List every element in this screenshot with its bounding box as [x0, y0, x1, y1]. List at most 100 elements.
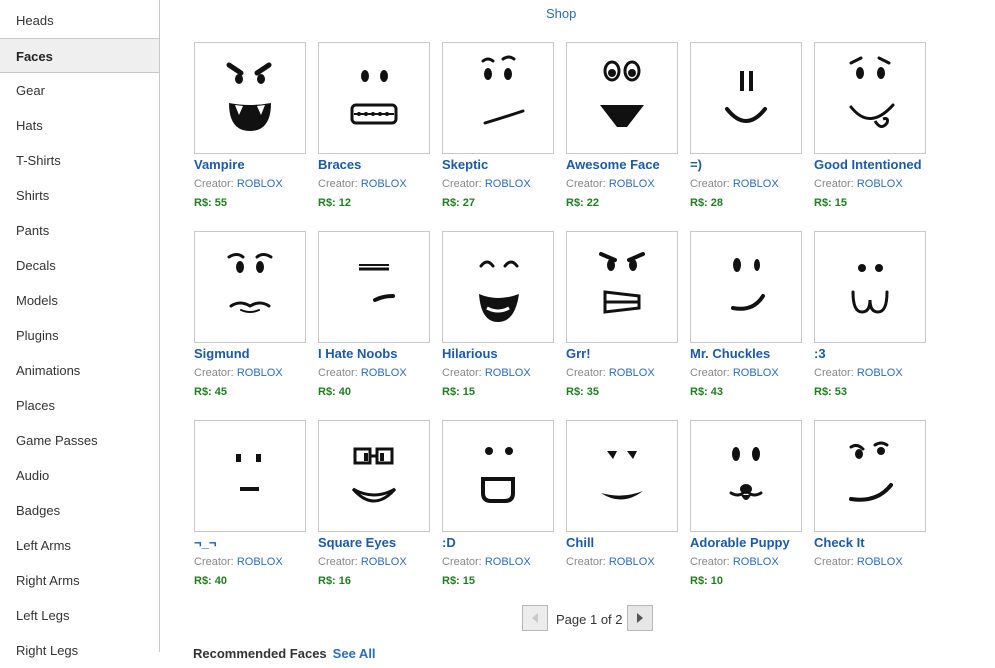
catalog-item-card[interactable]: ¬_¬ Creator: ROBLOX R$: 40 — [194, 420, 306, 590]
catalog-item-card[interactable]: Skeptic Creator: ROBLOX R$: 27 — [442, 42, 554, 212]
item-thumbnail[interactable] — [318, 420, 430, 532]
creator-link[interactable]: ROBLOX — [485, 178, 531, 190]
sidebar-item-hats[interactable]: Hats — [0, 108, 159, 143]
item-name-link[interactable]: Mr. Chuckles — [690, 346, 770, 361]
catalog-item-card[interactable]: Chill Creator: ROBLOX — [566, 420, 678, 590]
item-thumbnail[interactable] — [442, 231, 554, 343]
i-hate-noobs-face-icon — [359, 264, 395, 302]
catalog-item-card[interactable]: Awesome Face Creator: ROBLOX R$: 22 — [566, 42, 678, 212]
sidebar-item-animations[interactable]: Animations — [0, 353, 159, 388]
catalog-item-card[interactable]: =) Creator: ROBLOX R$: 28 — [690, 42, 802, 212]
creator-link[interactable]: ROBLOX — [237, 178, 283, 190]
braces-face-icon — [350, 70, 398, 125]
catalog-item-card[interactable]: Square Eyes Creator: ROBLOX R$: 16 — [318, 420, 430, 590]
catalog-item-card[interactable]: Check It Creator: ROBLOX — [814, 420, 926, 590]
chill-face-icon — [601, 451, 643, 500]
item-name-link[interactable]: Adorable Puppy — [690, 535, 790, 550]
creator-link[interactable]: ROBLOX — [237, 556, 283, 568]
item-name-link[interactable]: Good Intentioned — [814, 157, 922, 172]
creator-link[interactable]: ROBLOX — [361, 556, 407, 568]
item-thumbnail[interactable] — [442, 420, 554, 532]
catalog-item-card[interactable]: Vampire Creator: ROBLOX R$: 55 — [194, 42, 306, 212]
see-all-link[interactable]: See All — [333, 646, 376, 661]
item-thumbnail[interactable] — [442, 42, 554, 154]
catalog-item-card[interactable]: :D Creator: ROBLOX R$: 15 — [442, 420, 554, 590]
catalog-item-card[interactable]: Mr. Chuckles Creator: ROBLOX R$: 43 — [690, 231, 802, 401]
creator-link[interactable]: ROBLOX — [237, 367, 283, 379]
item-price: R$: 12 — [318, 197, 352, 209]
item-creator: Creator: ROBLOX — [814, 367, 903, 379]
catalog-item-card[interactable]: Grr! Creator: ROBLOX R$: 35 — [566, 231, 678, 401]
sidebar-item-game-passes[interactable]: Game Passes — [0, 423, 159, 458]
item-name-link[interactable]: =) — [690, 157, 702, 172]
item-thumbnail[interactable] — [194, 42, 306, 154]
sidebar-item-badges[interactable]: Badges — [0, 493, 159, 528]
item-thumbnail[interactable] — [318, 42, 430, 154]
item-thumbnail[interactable] — [194, 231, 306, 343]
item-name-link[interactable]: Sigmund — [194, 346, 250, 361]
item-thumbnail[interactable] — [814, 42, 926, 154]
catalog-item-card[interactable]: Hilarious Creator: ROBLOX R$: 15 — [442, 231, 554, 401]
catalog-item-card[interactable]: Adorable Puppy Creator: ROBLOX R$: 10 — [690, 420, 802, 590]
item-thumbnail[interactable] — [566, 420, 678, 532]
creator-link[interactable]: ROBLOX — [733, 556, 779, 568]
catalog-item-card[interactable]: :3 Creator: ROBLOX R$: 53 — [814, 231, 926, 401]
sidebar-item-places[interactable]: Places — [0, 388, 159, 423]
item-name-link[interactable]: :3 — [814, 346, 826, 361]
item-thumbnail[interactable] — [566, 42, 678, 154]
creator-link[interactable]: ROBLOX — [485, 556, 531, 568]
item-name-link[interactable]: Square Eyes — [318, 535, 396, 550]
creator-link[interactable]: ROBLOX — [733, 178, 779, 190]
item-name-link[interactable]: Vampire — [194, 157, 245, 172]
sidebar-item-pants[interactable]: Pants — [0, 213, 159, 248]
sidebar-item-left-legs[interactable]: Left Legs — [0, 598, 159, 633]
sidebar-item-decals[interactable]: Decals — [0, 248, 159, 283]
sidebar-item-gear[interactable]: Gear — [0, 73, 159, 108]
item-name-link[interactable]: Braces — [318, 157, 361, 172]
item-name-link[interactable]: Awesome Face — [566, 157, 660, 172]
item-thumbnail[interactable] — [194, 420, 306, 532]
item-name-link[interactable]: Skeptic — [442, 157, 488, 172]
sidebar-item-faces[interactable]: Faces — [0, 38, 159, 73]
creator-link[interactable]: ROBLOX — [733, 367, 779, 379]
sidebar-item-models[interactable]: Models — [0, 283, 159, 318]
item-name-link[interactable]: Check It — [814, 535, 865, 550]
creator-link[interactable]: ROBLOX — [857, 178, 903, 190]
item-name-link[interactable]: Hilarious — [442, 346, 498, 361]
catalog-item-card[interactable]: I Hate Noobs Creator: ROBLOX R$: 40 — [318, 231, 430, 401]
creator-link[interactable]: ROBLOX — [361, 367, 407, 379]
creator-link[interactable]: ROBLOX — [857, 556, 903, 568]
creator-link[interactable]: ROBLOX — [361, 178, 407, 190]
creator-link[interactable]: ROBLOX — [609, 178, 655, 190]
item-thumbnail[interactable] — [318, 231, 430, 343]
sidebar-item-heads[interactable]: Heads — [0, 3, 159, 38]
item-thumbnail[interactable] — [814, 420, 926, 532]
item-name-link[interactable]: Grr! — [566, 346, 591, 361]
creator-link[interactable]: ROBLOX — [609, 367, 655, 379]
sidebar-item-shirts[interactable]: Shirts — [0, 178, 159, 213]
item-thumbnail[interactable] — [814, 231, 926, 343]
item-thumbnail[interactable] — [566, 231, 678, 343]
shop-link[interactable]: Shop — [546, 6, 576, 21]
sidebar-item-t-shirts[interactable]: T-Shirts — [0, 143, 159, 178]
catalog-item-card[interactable]: Braces Creator: ROBLOX R$: 12 — [318, 42, 430, 212]
sidebar-item-left-arms[interactable]: Left Arms — [0, 528, 159, 563]
item-name-link[interactable]: ¬_¬ — [194, 535, 216, 550]
item-name-link[interactable]: :D — [442, 535, 456, 550]
item-thumbnail[interactable] — [690, 42, 802, 154]
sidebar-item-plugins[interactable]: Plugins — [0, 318, 159, 353]
item-thumbnail[interactable] — [690, 231, 802, 343]
prev-page-button[interactable] — [522, 605, 548, 631]
item-thumbnail[interactable] — [690, 420, 802, 532]
sidebar-item-right-legs[interactable]: Right Legs — [0, 633, 159, 668]
catalog-item-card[interactable]: Sigmund Creator: ROBLOX R$: 45 — [194, 231, 306, 401]
sidebar-item-right-arms[interactable]: Right Arms — [0, 563, 159, 598]
creator-link[interactable]: ROBLOX — [857, 367, 903, 379]
creator-link[interactable]: ROBLOX — [485, 367, 531, 379]
sidebar-item-audio[interactable]: Audio — [0, 458, 159, 493]
item-name-link[interactable]: I Hate Noobs — [318, 346, 397, 361]
next-page-button[interactable] — [627, 605, 653, 631]
catalog-item-card[interactable]: Good Intentioned Creator: ROBLOX R$: 15 — [814, 42, 926, 212]
item-name-link[interactable]: Chill — [566, 535, 594, 550]
creator-link[interactable]: ROBLOX — [609, 556, 655, 568]
